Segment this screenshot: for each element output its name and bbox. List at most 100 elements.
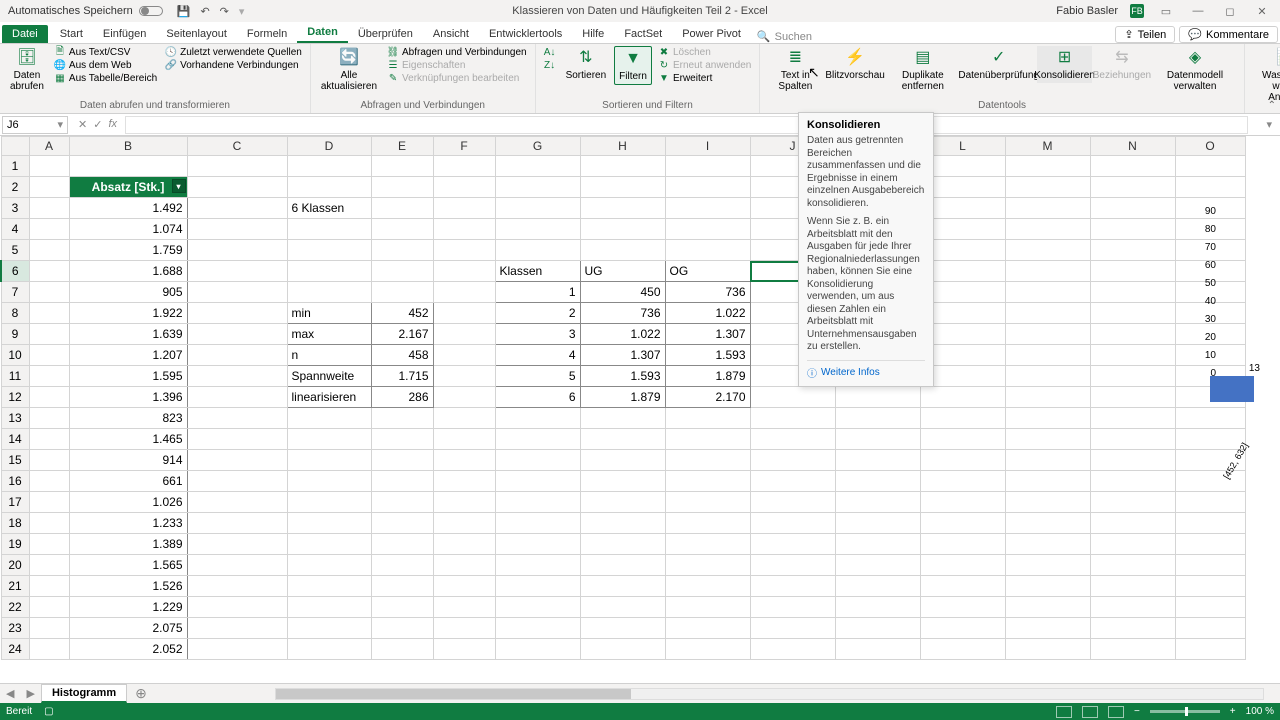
cell[interactable]: [1005, 303, 1090, 324]
cell[interactable]: [750, 513, 835, 534]
cell[interactable]: [1005, 282, 1090, 303]
tab-pagelayout[interactable]: Seitenlayout: [156, 25, 237, 43]
cell[interactable]: 736: [580, 303, 665, 324]
column-header[interactable]: E: [371, 137, 433, 156]
cell[interactable]: [187, 177, 287, 198]
cell[interactable]: [835, 618, 920, 639]
cell[interactable]: [371, 576, 433, 597]
tab-view[interactable]: Ansicht: [423, 25, 479, 43]
cell[interactable]: [1090, 534, 1175, 555]
cell[interactable]: [750, 639, 835, 660]
cell[interactable]: [495, 492, 580, 513]
cell[interactable]: [495, 576, 580, 597]
cell[interactable]: [835, 534, 920, 555]
cell[interactable]: [187, 282, 287, 303]
cell[interactable]: [29, 408, 69, 429]
cell[interactable]: [371, 555, 433, 576]
zoom-in-icon[interactable]: +: [1230, 706, 1236, 717]
minimize-icon[interactable]: —: [1188, 5, 1208, 17]
cell[interactable]: [287, 471, 371, 492]
cell[interactable]: [29, 534, 69, 555]
cell[interactable]: 6: [495, 387, 580, 408]
cell[interactable]: 1.595: [69, 366, 187, 387]
cell[interactable]: [287, 429, 371, 450]
hscroll-thumb[interactable]: [276, 689, 631, 699]
cell[interactable]: [371, 429, 433, 450]
cell[interactable]: [433, 366, 495, 387]
cell[interactable]: [495, 597, 580, 618]
cell[interactable]: [920, 387, 1005, 408]
cell[interactable]: [580, 597, 665, 618]
tab-data[interactable]: Daten: [297, 23, 348, 43]
cell[interactable]: 1.307: [665, 324, 750, 345]
tab-factset[interactable]: FactSet: [614, 25, 672, 43]
cell[interactable]: Absatz [Stk.]▾: [69, 177, 187, 198]
cell[interactable]: 1.233: [69, 513, 187, 534]
cell[interactable]: [187, 471, 287, 492]
cell[interactable]: [287, 156, 371, 177]
cell[interactable]: [371, 282, 433, 303]
cell[interactable]: 823: [69, 408, 187, 429]
refresh-all-button[interactable]: 🔄Alle aktualisieren: [317, 46, 381, 94]
collapse-ribbon-icon[interactable]: ⌃: [1268, 100, 1276, 111]
cell[interactable]: [29, 471, 69, 492]
cell[interactable]: [580, 576, 665, 597]
cell[interactable]: [580, 408, 665, 429]
search-box[interactable]: 🔍Suchen: [757, 30, 812, 43]
cell[interactable]: [187, 303, 287, 324]
cell[interactable]: [750, 408, 835, 429]
cell[interactable]: [29, 597, 69, 618]
row-header[interactable]: 3: [1, 198, 29, 219]
manage-data-model[interactable]: ◈Datenmodell verwalten: [1152, 46, 1238, 94]
cell[interactable]: [1005, 597, 1090, 618]
cell[interactable]: [187, 408, 287, 429]
column-header[interactable]: [1, 137, 29, 156]
cell[interactable]: [580, 492, 665, 513]
sort-button[interactable]: ⇅Sortieren: [562, 46, 611, 83]
tab-file[interactable]: Datei: [2, 25, 48, 43]
view-pagelayout-icon[interactable]: [1082, 706, 1098, 718]
cell[interactable]: [29, 387, 69, 408]
filter-button[interactable]: ▼Filtern: [614, 46, 652, 85]
cell[interactable]: [433, 261, 495, 282]
cell[interactable]: [1005, 240, 1090, 261]
cell[interactable]: [835, 429, 920, 450]
cell[interactable]: [665, 156, 750, 177]
cell[interactable]: [580, 471, 665, 492]
tooltip-more-link[interactable]: ⓘWeitere Infos: [807, 360, 925, 380]
cell[interactable]: [187, 534, 287, 555]
cell[interactable]: [1090, 177, 1175, 198]
cell[interactable]: [29, 261, 69, 282]
cell[interactable]: 6 Klassen: [287, 198, 371, 219]
row-header[interactable]: 15: [1, 450, 29, 471]
cell[interactable]: [287, 576, 371, 597]
cell[interactable]: [287, 555, 371, 576]
cell[interactable]: 1.074: [69, 219, 187, 240]
cell[interactable]: [1090, 408, 1175, 429]
cell[interactable]: [287, 408, 371, 429]
close-icon[interactable]: ✕: [1252, 5, 1272, 18]
cell[interactable]: [1090, 387, 1175, 408]
cell[interactable]: [29, 240, 69, 261]
cell[interactable]: [187, 324, 287, 345]
cell[interactable]: [750, 534, 835, 555]
row-header[interactable]: 5: [1, 240, 29, 261]
cell[interactable]: [371, 513, 433, 534]
cell[interactable]: [29, 513, 69, 534]
cell[interactable]: [433, 597, 495, 618]
cell[interactable]: 1.715: [371, 366, 433, 387]
cell[interactable]: [1175, 639, 1245, 660]
cell[interactable]: [1175, 513, 1245, 534]
cell[interactable]: [1090, 240, 1175, 261]
cell[interactable]: [187, 345, 287, 366]
cell[interactable]: [750, 450, 835, 471]
cell[interactable]: [1090, 429, 1175, 450]
cell[interactable]: [29, 450, 69, 471]
cell[interactable]: OG: [665, 261, 750, 282]
cell[interactable]: [371, 261, 433, 282]
cell[interactable]: [433, 303, 495, 324]
what-if-analysis[interactable]: 📊Was-wäre-wenn-Analyse: [1251, 46, 1280, 105]
cell[interactable]: [433, 471, 495, 492]
cell[interactable]: [29, 303, 69, 324]
cell[interactable]: [1090, 282, 1175, 303]
